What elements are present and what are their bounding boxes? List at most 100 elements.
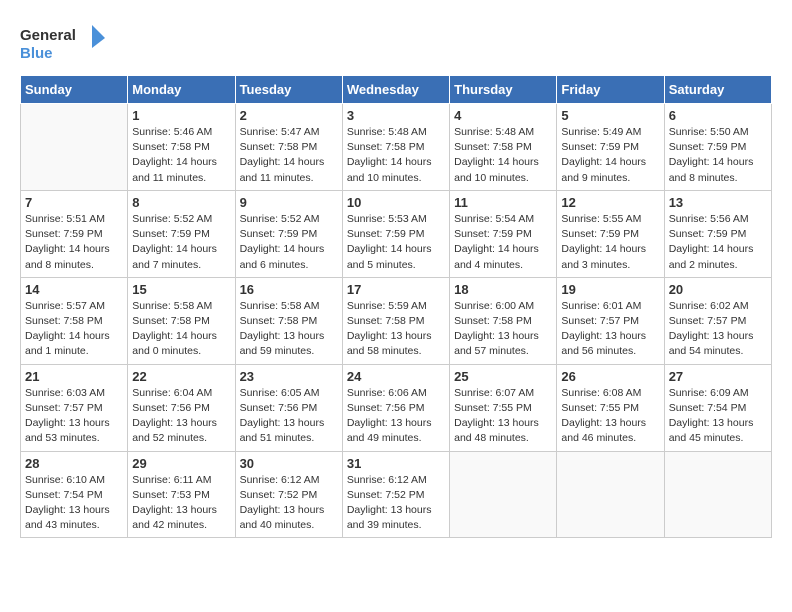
day-cell: 1 Sunrise: 5:46 AM Sunset: 7:58 PM Daylig… [128, 104, 235, 191]
day-number: 18 [454, 282, 552, 297]
day-info: Sunrise: 5:52 AM Sunset: 7:59 PM Dayligh… [240, 212, 338, 273]
day-number: 2 [240, 108, 338, 123]
day-cell: 29 Sunrise: 6:11 AM Sunset: 7:53 PM Dayli… [128, 451, 235, 538]
logo-svg: General Blue [20, 20, 110, 65]
day-info: Sunrise: 5:51 AM Sunset: 7:59 PM Dayligh… [25, 212, 123, 273]
week-row-3: 14 Sunrise: 5:57 AM Sunset: 7:58 PM Dayli… [21, 277, 772, 364]
day-number: 14 [25, 282, 123, 297]
day-info: Sunrise: 5:50 AM Sunset: 7:59 PM Dayligh… [669, 125, 767, 186]
day-info: Sunrise: 6:00 AM Sunset: 7:58 PM Dayligh… [454, 299, 552, 360]
day-number: 31 [347, 456, 445, 471]
day-cell: 5 Sunrise: 5:49 AM Sunset: 7:59 PM Daylig… [557, 104, 664, 191]
day-cell: 2 Sunrise: 5:47 AM Sunset: 7:58 PM Daylig… [235, 104, 342, 191]
day-cell: 17 Sunrise: 5:59 AM Sunset: 7:58 PM Dayli… [342, 277, 449, 364]
week-row-1: 1 Sunrise: 5:46 AM Sunset: 7:58 PM Daylig… [21, 104, 772, 191]
day-cell: 26 Sunrise: 6:08 AM Sunset: 7:55 PM Dayli… [557, 364, 664, 451]
day-cell: 28 Sunrise: 6:10 AM Sunset: 7:54 PM Dayli… [21, 451, 128, 538]
day-info: Sunrise: 6:12 AM Sunset: 7:52 PM Dayligh… [347, 473, 445, 534]
day-info: Sunrise: 6:11 AM Sunset: 7:53 PM Dayligh… [132, 473, 230, 534]
day-cell [450, 451, 557, 538]
day-cell: 7 Sunrise: 5:51 AM Sunset: 7:59 PM Daylig… [21, 190, 128, 277]
day-number: 3 [347, 108, 445, 123]
day-number: 15 [132, 282, 230, 297]
day-info: Sunrise: 5:48 AM Sunset: 7:58 PM Dayligh… [347, 125, 445, 186]
day-info: Sunrise: 5:55 AM Sunset: 7:59 PM Dayligh… [561, 212, 659, 273]
calendar-table: SundayMondayTuesdayWednesdayThursdayFrid… [20, 75, 772, 538]
svg-text:Blue: Blue [20, 45, 53, 62]
day-cell: 24 Sunrise: 6:06 AM Sunset: 7:56 PM Dayli… [342, 364, 449, 451]
day-info: Sunrise: 5:59 AM Sunset: 7:58 PM Dayligh… [347, 299, 445, 360]
day-number: 17 [347, 282, 445, 297]
day-info: Sunrise: 5:48 AM Sunset: 7:58 PM Dayligh… [454, 125, 552, 186]
day-number: 24 [347, 369, 445, 384]
day-info: Sunrise: 6:01 AM Sunset: 7:57 PM Dayligh… [561, 299, 659, 360]
day-cell: 14 Sunrise: 5:57 AM Sunset: 7:58 PM Dayli… [21, 277, 128, 364]
day-info: Sunrise: 6:08 AM Sunset: 7:55 PM Dayligh… [561, 386, 659, 447]
day-number: 7 [25, 195, 123, 210]
day-number: 8 [132, 195, 230, 210]
day-number: 4 [454, 108, 552, 123]
day-cell: 3 Sunrise: 5:48 AM Sunset: 7:58 PM Daylig… [342, 104, 449, 191]
day-info: Sunrise: 6:09 AM Sunset: 7:54 PM Dayligh… [669, 386, 767, 447]
day-number: 16 [240, 282, 338, 297]
day-info: Sunrise: 5:56 AM Sunset: 7:59 PM Dayligh… [669, 212, 767, 273]
day-info: Sunrise: 6:04 AM Sunset: 7:56 PM Dayligh… [132, 386, 230, 447]
day-info: Sunrise: 6:10 AM Sunset: 7:54 PM Dayligh… [25, 473, 123, 534]
day-cell [21, 104, 128, 191]
day-info: Sunrise: 5:57 AM Sunset: 7:58 PM Dayligh… [25, 299, 123, 360]
day-info: Sunrise: 5:52 AM Sunset: 7:59 PM Dayligh… [132, 212, 230, 273]
week-row-5: 28 Sunrise: 6:10 AM Sunset: 7:54 PM Dayli… [21, 451, 772, 538]
day-info: Sunrise: 6:05 AM Sunset: 7:56 PM Dayligh… [240, 386, 338, 447]
day-number: 11 [454, 195, 552, 210]
day-cell: 9 Sunrise: 5:52 AM Sunset: 7:59 PM Daylig… [235, 190, 342, 277]
day-cell: 25 Sunrise: 6:07 AM Sunset: 7:55 PM Dayli… [450, 364, 557, 451]
day-cell: 12 Sunrise: 5:55 AM Sunset: 7:59 PM Dayli… [557, 190, 664, 277]
day-number: 25 [454, 369, 552, 384]
day-info: Sunrise: 5:49 AM Sunset: 7:59 PM Dayligh… [561, 125, 659, 186]
day-cell: 30 Sunrise: 6:12 AM Sunset: 7:52 PM Dayli… [235, 451, 342, 538]
week-row-2: 7 Sunrise: 5:51 AM Sunset: 7:59 PM Daylig… [21, 190, 772, 277]
day-cell: 23 Sunrise: 6:05 AM Sunset: 7:56 PM Dayli… [235, 364, 342, 451]
week-row-4: 21Sunrise: 6:03 AM Sunset: 7:57 PM Dayli… [21, 364, 772, 451]
day-cell: 16Sunrise: 5:58 AM Sunset: 7:58 PM Dayli… [235, 277, 342, 364]
day-info: Sunrise: 5:46 AM Sunset: 7:58 PM Dayligh… [132, 125, 230, 186]
day-number: 22 [132, 369, 230, 384]
day-number: 19 [561, 282, 659, 297]
day-cell [664, 451, 771, 538]
day-number: 9 [240, 195, 338, 210]
day-info: Sunrise: 5:47 AM Sunset: 7:58 PM Dayligh… [240, 125, 338, 186]
day-info: Sunrise: 6:07 AM Sunset: 7:55 PM Dayligh… [454, 386, 552, 447]
day-number: 6 [669, 108, 767, 123]
day-cell: 13Sunrise: 5:56 AM Sunset: 7:59 PM Dayli… [664, 190, 771, 277]
day-info: Sunrise: 6:12 AM Sunset: 7:52 PM Dayligh… [240, 473, 338, 534]
svg-text:General: General [20, 27, 76, 44]
day-info: Sunrise: 5:53 AM Sunset: 7:59 PM Dayligh… [347, 212, 445, 273]
day-number: 23 [240, 369, 338, 384]
day-cell: 4 Sunrise: 5:48 AM Sunset: 7:58 PM Daylig… [450, 104, 557, 191]
day-cell: 22 Sunrise: 6:04 AM Sunset: 7:56 PM Dayli… [128, 364, 235, 451]
day-number: 12 [561, 195, 659, 210]
day-info: Sunrise: 5:58 AM Sunset: 7:58 PM Dayligh… [132, 299, 230, 360]
day-cell: 31 Sunrise: 6:12 AM Sunset: 7:52 PM Dayli… [342, 451, 449, 538]
day-number: 27 [669, 369, 767, 384]
day-header-friday: Friday [557, 76, 664, 104]
day-cell: 8 Sunrise: 5:52 AM Sunset: 7:59 PM Daylig… [128, 190, 235, 277]
day-number: 21 [25, 369, 123, 384]
day-cell: 6 Sunrise: 5:50 AM Sunset: 7:59 PM Daylig… [664, 104, 771, 191]
day-header-wednesday: Wednesday [342, 76, 449, 104]
day-number: 5 [561, 108, 659, 123]
day-header-saturday: Saturday [664, 76, 771, 104]
day-number: 30 [240, 456, 338, 471]
day-number: 26 [561, 369, 659, 384]
day-cell: 27 Sunrise: 6:09 AM Sunset: 7:54 PM Dayli… [664, 364, 771, 451]
day-header-monday: Monday [128, 76, 235, 104]
page-header: General Blue [20, 20, 772, 65]
day-cell: 11Sunrise: 5:54 AM Sunset: 7:59 PM Dayli… [450, 190, 557, 277]
day-info: Sunrise: 6:06 AM Sunset: 7:56 PM Dayligh… [347, 386, 445, 447]
day-info: Sunrise: 6:02 AM Sunset: 7:57 PM Dayligh… [669, 299, 767, 360]
day-header-sunday: Sunday [21, 76, 128, 104]
day-number: 28 [25, 456, 123, 471]
day-number: 29 [132, 456, 230, 471]
logo: General Blue [20, 20, 110, 65]
day-number: 1 [132, 108, 230, 123]
